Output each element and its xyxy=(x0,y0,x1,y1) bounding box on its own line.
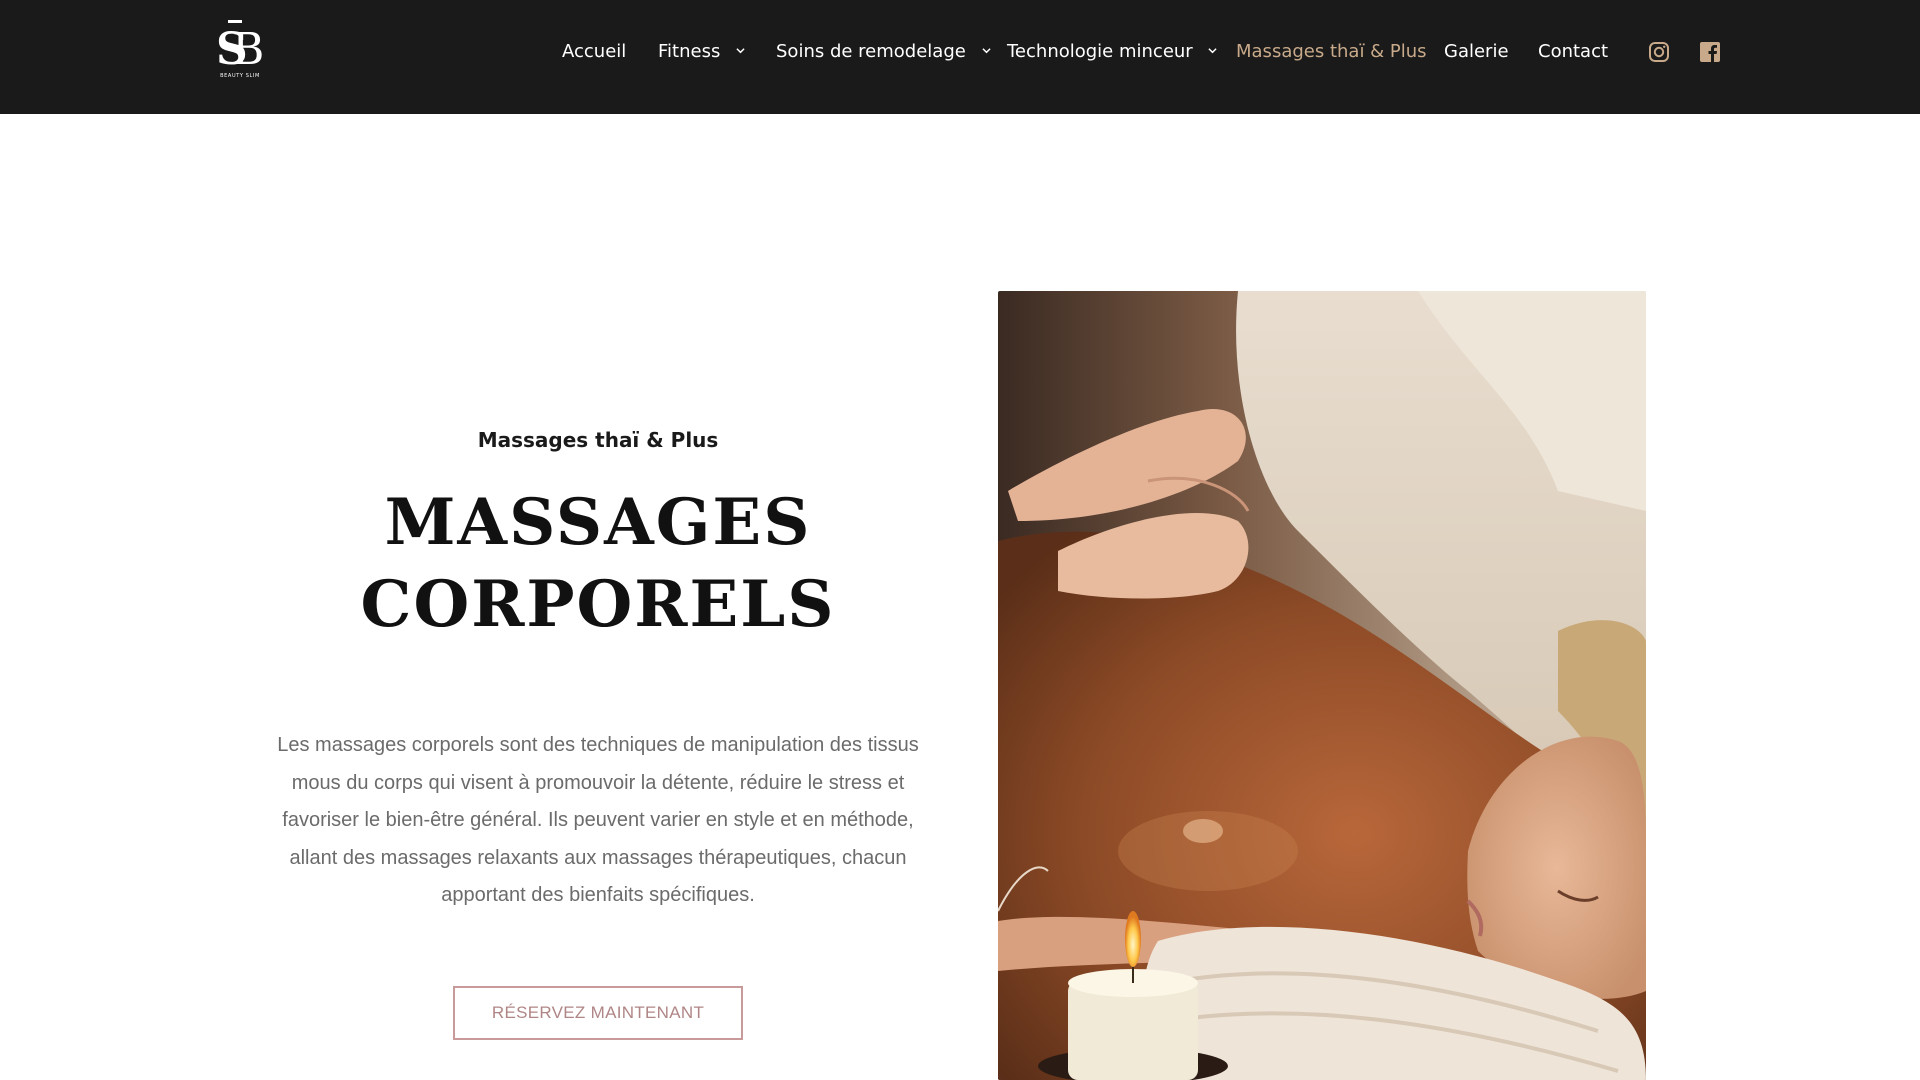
nav-item-label: Fitness xyxy=(658,41,721,62)
nav-item-fitness[interactable]: Fitness xyxy=(658,38,745,66)
page-title-line-1: MASSAGES xyxy=(384,485,812,560)
book-now-button[interactable]: RÉSERVEZ MAINTENANT xyxy=(453,986,743,1040)
chevron-down-icon xyxy=(1208,48,1218,54)
nav-item-accueil[interactable]: Accueil xyxy=(562,38,626,66)
nav-item-label: Galerie xyxy=(1444,41,1509,62)
nav-item-technologie-minceur[interactable]: Technologie minceur xyxy=(1007,38,1218,66)
page-title: MASSAGES CORPORELS xyxy=(260,482,936,646)
nav-item-galerie[interactable]: Galerie xyxy=(1444,38,1509,66)
massage-photo xyxy=(998,291,1646,1080)
nav-item-label: Technologie minceur xyxy=(1007,41,1193,62)
nav-item-label: Soins de remodelage xyxy=(776,41,966,62)
chevron-down-icon xyxy=(981,48,991,54)
section-description: Les massages corporels sont des techniqu… xyxy=(277,734,919,907)
site-header: S B BEAUTY SLIM Accueil Fitness Soins de… xyxy=(0,0,1920,114)
nav-item-label: Accueil xyxy=(562,41,627,62)
facebook-icon[interactable] xyxy=(1699,41,1721,63)
main-nav: Accueil Fitness Soins de remodelage Tech… xyxy=(0,0,1920,104)
page-title-line-2: CORPORELS xyxy=(360,567,836,642)
nav-item-soins-de-remodelage[interactable]: Soins de remodelage xyxy=(776,38,991,66)
nav-item-massages-thai[interactable]: Massages thaï & Plus xyxy=(1236,38,1427,66)
chevron-down-icon xyxy=(736,48,745,54)
instagram-icon[interactable] xyxy=(1648,41,1670,63)
massage-photo-illustration xyxy=(998,291,1646,1080)
nav-item-label: Contact xyxy=(1538,41,1609,62)
section-subtitle: Massages thaï & Plus xyxy=(477,428,719,452)
nav-item-contact[interactable]: Contact xyxy=(1538,38,1608,66)
nav-item-label: Massages thaï & Plus xyxy=(1236,41,1427,62)
